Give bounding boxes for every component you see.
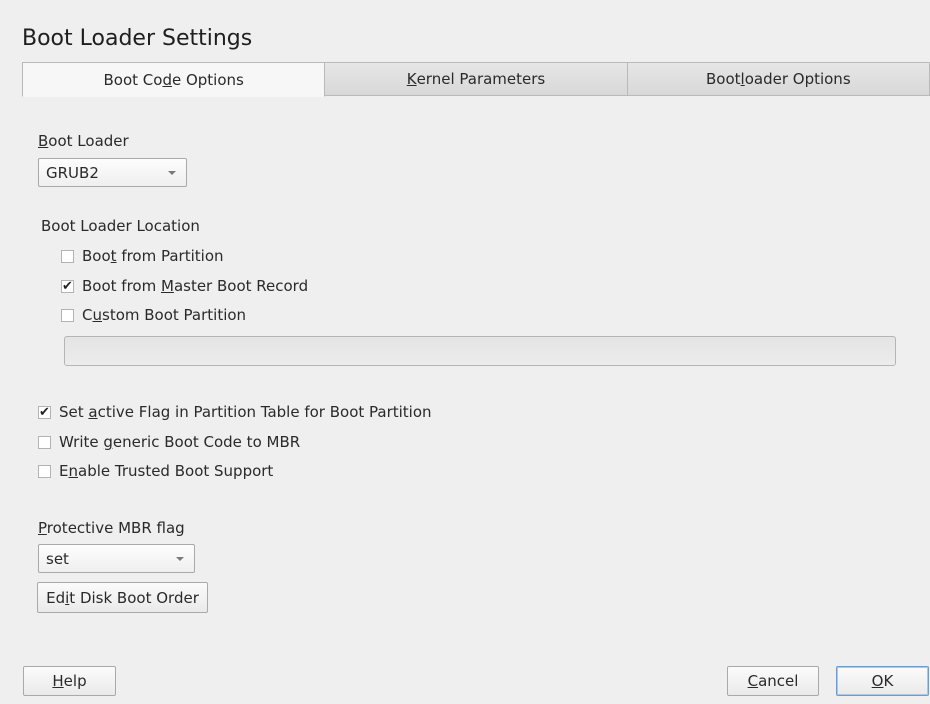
protective-mbr-label: Protective MBR flag	[38, 519, 185, 537]
checkbox-icon: ✔	[61, 278, 74, 294]
tab-bootloader-options[interactable]: Boot l oader Options	[627, 62, 930, 96]
edit-disk-boot-order-button[interactable]: Ed i t Disk Boot Order	[37, 582, 208, 613]
tab-bar: Boot Co d e Options Kernel Parameters Boot…	[22, 62, 930, 97]
checkbox-icon	[61, 249, 74, 263]
chevron-down-icon	[176, 556, 184, 561]
ok-button[interactable]: OK	[836, 666, 929, 696]
checkbox-icon: ✔	[38, 404, 51, 420]
tab-kernel-parameters[interactable]: Kernel Parameters	[325, 62, 628, 96]
chevron-down-icon	[168, 170, 176, 175]
checkbox-icon	[38, 435, 51, 449]
dialog-title: Boot Loader Settings	[22, 26, 253, 51]
tab-boot-code-options[interactable]: Boot Co d e Options	[22, 62, 326, 97]
boot-loader-select[interactable]: GRUB2	[38, 158, 187, 187]
boot-loader-label: Boot Loader	[38, 132, 129, 150]
set-active-flag-checkbox[interactable]: ✔ Set active Flag in Partition Table for…	[38, 403, 432, 421]
checkbox-icon	[38, 464, 51, 478]
enable-trusted-boot-checkbox[interactable]: Enable Trusted Boot Support	[38, 462, 273, 480]
cancel-button[interactable]: Cancel	[727, 666, 819, 696]
write-generic-boot-code-checkbox[interactable]: Write generic Boot Code to MBR	[38, 433, 300, 451]
boot-from-partition-checkbox[interactable]: Boot from Partition	[61, 247, 224, 265]
custom-boot-partition-input[interactable]	[64, 336, 896, 366]
custom-boot-partition-checkbox[interactable]: Custom Boot Partition	[61, 306, 246, 324]
checkbox-icon	[61, 308, 74, 322]
protective-mbr-select[interactable]: set	[38, 544, 195, 573]
boot-from-mbr-checkbox[interactable]: ✔ Boot from Master Boot Record	[61, 277, 308, 295]
boot-loader-location-label: Boot Loader Location	[41, 217, 200, 235]
help-button[interactable]: Help	[23, 666, 116, 696]
